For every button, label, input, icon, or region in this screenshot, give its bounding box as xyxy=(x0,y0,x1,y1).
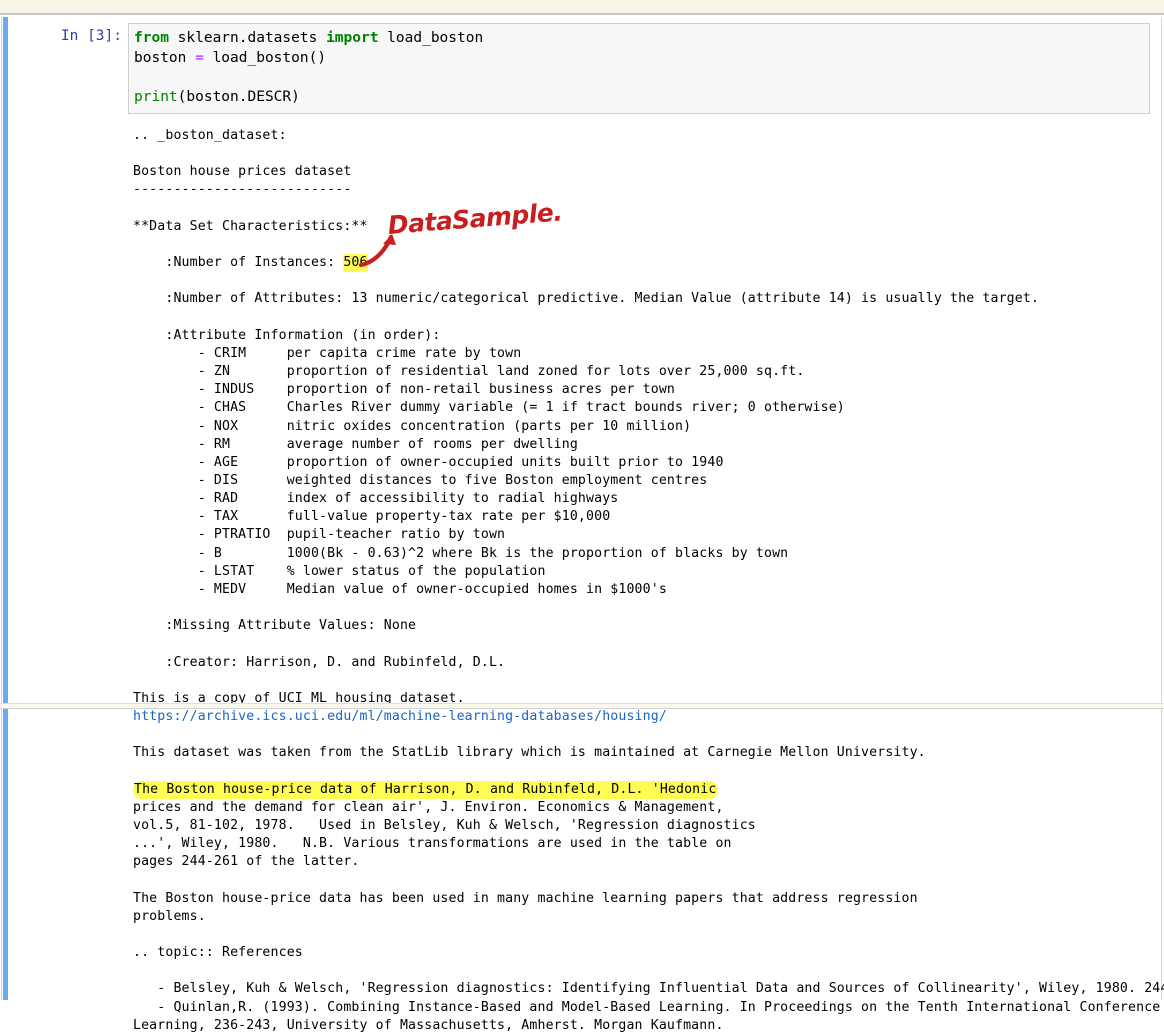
code-module: sklearn.datasets xyxy=(168,30,327,46)
reference-quinlan-cont: Learning, 236-243, University of Massach… xyxy=(133,1017,724,1033)
output-line: .. _boston_dataset: xyxy=(133,128,287,143)
code-variable: boston xyxy=(134,49,196,66)
highlight-citation: The Boston house-price data of Harrison,… xyxy=(133,780,719,799)
output-missing-values: :Missing Attribute Values: None xyxy=(133,618,417,634)
reference-quinlan: - Quinlan,R. (1993). Combining Instance-… xyxy=(133,999,1164,1015)
output-citation-line-5: pages 244-261 of the latter. xyxy=(133,854,360,870)
attribute-rad: - RAD index of accessibility to radial h… xyxy=(133,491,619,507)
builtin-print: print xyxy=(134,88,178,105)
output-section-characteristics: **Data Set Characteristics:** xyxy=(133,218,368,234)
code-imported-name: load_boston xyxy=(378,30,484,46)
output-citation-line-1: The Boston house-price data of Harrison,… xyxy=(133,780,1158,799)
input-prompt: In [3]: xyxy=(60,28,122,44)
notebook-page: In [3]: from sklearn.datasets import loa… xyxy=(0,15,1164,1033)
instances-label: :Number of Instances: xyxy=(133,255,344,271)
output-attribute-info-header: :Attribute Information (in order): xyxy=(133,327,441,343)
attribute-ptratio: - PTRATIO pupil-teacher ratio by town xyxy=(133,527,506,543)
output-usage-line-1: The Boston house-price data has been use… xyxy=(133,890,918,906)
attribute-lstat: - LSTAT % lower status of the population xyxy=(133,563,546,579)
output-creator: :Creator: Harrison, D. and Rubinfeld, D.… xyxy=(133,654,506,670)
attribute-crim: - CRIM per capita crime rate by town xyxy=(133,345,522,361)
attribute-medv: - MEDV Median value of owner-occupied ho… xyxy=(133,581,667,597)
cell-output: .. _boston_dataset: Boston house prices … xyxy=(133,127,1164,1035)
attribute-b: - B 1000(Bk - 0.63)^2 where Bk is the pr… xyxy=(133,545,789,561)
top-chrome-strip xyxy=(0,0,1164,13)
output-usage-line-2: problems. xyxy=(133,908,206,924)
code-call: load_boston() xyxy=(203,49,327,66)
output-source-url[interactable]: https://archive.ics.uci.edu/ml/machine-l… xyxy=(133,708,1158,726)
output-citation-line-4: ...', Wiley, 1980. N.B. Various transfor… xyxy=(133,836,732,852)
attribute-rm: - RM average number of rooms per dwellin… xyxy=(133,436,578,452)
code-editor[interactable]: from sklearn.datasets import load_boston… xyxy=(128,23,1150,114)
reference-belsley: - Belsley, Kuh & Welsch, 'Regression dia… xyxy=(133,981,1164,997)
code-line-2: boston = load_boston() xyxy=(134,49,1145,69)
code-print-arg: (boston.DESCR) xyxy=(177,88,300,105)
highlight-instances-value: 506 xyxy=(343,254,368,273)
attribute-nox: - NOX nitric oxides concentration (parts… xyxy=(133,418,692,434)
page-right-rule xyxy=(1161,17,1162,1000)
attribute-tax: - TAX full-value property-tax rate per $… xyxy=(133,509,611,525)
attribute-chas: - CHAS Charles River dummy variable (= 1… xyxy=(133,400,845,416)
code-line-1: from sklearn.datasets import load_boston xyxy=(134,29,1145,49)
output-number-of-instances: :Number of Instances: 506 xyxy=(133,254,1158,273)
output-citation-line-3: vol.5, 81-102, 1978. Used in Belsley, Ku… xyxy=(133,817,756,833)
attribute-age: - AGE proportion of owner-occupied units… xyxy=(133,454,724,470)
output-topic-references: .. topic:: References xyxy=(133,945,303,961)
dataset-url-link[interactable]: https://archive.ics.uci.edu/ml/machine-l… xyxy=(133,709,667,724)
cell-selection-bar-lower xyxy=(3,709,8,1000)
cell-selection-bar xyxy=(3,17,8,703)
operator-assign: = xyxy=(195,49,204,66)
output-citation-line-2: prices and the demand for clean air', J.… xyxy=(133,799,724,815)
keyword-import: import xyxy=(326,30,379,46)
attribute-zn: - ZN proportion of residential land zone… xyxy=(133,364,805,380)
code-line-4: print(boston.DESCR) xyxy=(134,88,1145,108)
output-title-underline: --------------------------- xyxy=(133,182,352,198)
output-statlib-note: This dataset was taken from the StatLib … xyxy=(133,745,926,761)
page-left-rule xyxy=(1,17,2,1000)
attribute-indus: - INDUS proportion of non-retail busines… xyxy=(133,382,675,398)
screenshot-seam xyxy=(0,703,1164,709)
keyword-from: from xyxy=(134,30,169,46)
output-dataset-title: Boston house prices dataset xyxy=(133,164,352,180)
output-number-of-attributes: :Number of Attributes: 13 numeric/catego… xyxy=(133,291,1040,307)
attribute-dis: - DIS weighted distances to five Boston … xyxy=(133,472,708,488)
